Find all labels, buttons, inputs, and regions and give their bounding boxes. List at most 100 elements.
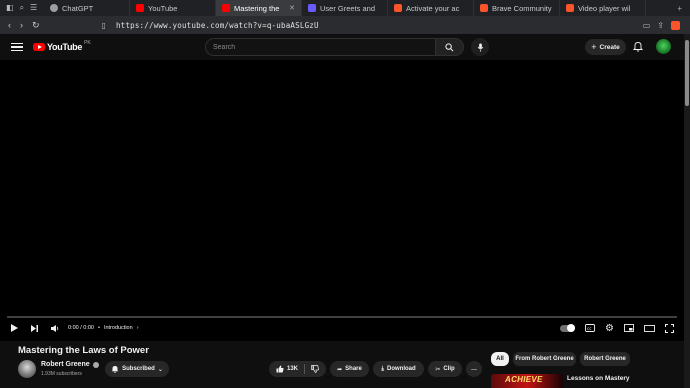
navigation-buttons: ‹ › ↻ xyxy=(0,20,48,31)
chip-from-robert-greene[interactable]: From Robert Greene xyxy=(513,352,576,366)
chip-robert-greene[interactable]: Robert Greene xyxy=(580,352,630,366)
browser-tab-user-greets[interactable]: User Greets and xyxy=(302,0,388,16)
browser-tab-youtube[interactable]: YouTube xyxy=(130,0,216,16)
youtube-header: YouTube PK + Create xyxy=(0,34,690,60)
divider xyxy=(304,364,305,374)
address-bar: ‹ › ↻ ▯ https://www.youtube.com/watch?v=… xyxy=(0,16,690,34)
tab-search-icon[interactable]: ⌕ xyxy=(20,3,24,13)
download-icon: ⤓ xyxy=(381,365,384,372)
url-field[interactable]: https://www.youtube.com/watch?v=q-ubaASL… xyxy=(116,21,319,30)
thumbs-down-icon[interactable] xyxy=(311,365,319,373)
verified-badge-icon xyxy=(92,361,99,368)
close-tab-icon[interactable]: ✕ xyxy=(289,4,295,12)
browser-tab-activate[interactable]: Activate your ac xyxy=(388,0,474,16)
subscribed-label: Subscribed xyxy=(122,366,155,372)
more-icon: … xyxy=(471,366,477,372)
search-bar xyxy=(205,38,489,56)
brave-icon xyxy=(480,4,488,12)
video-progress-bar[interactable] xyxy=(7,316,677,318)
reload-icon[interactable]: ↻ xyxy=(32,20,40,31)
subscriber-count: 1.93M subscribers xyxy=(41,371,82,377)
theater-mode-icon[interactable] xyxy=(644,324,655,332)
new-tab-icon[interactable]: + xyxy=(677,4,690,13)
tab-list-icon[interactable]: ☰ xyxy=(30,3,37,13)
address-bar-actions: ▭ ⇪ xyxy=(643,20,690,30)
like-button[interactable]: 13K xyxy=(276,365,298,373)
brave-shields-icon[interactable] xyxy=(671,20,680,30)
channel-avatar[interactable] xyxy=(18,360,36,378)
time-display: 0:00 / 0:00 xyxy=(68,325,94,331)
clip-label: Clip xyxy=(443,366,455,372)
brave-icon xyxy=(394,4,402,12)
browser-tab-mastering[interactable]: Mastering the ✕ xyxy=(216,0,302,16)
create-label: Create xyxy=(599,43,620,51)
scrollbar-thumb[interactable] xyxy=(685,40,689,106)
video-player[interactable] xyxy=(0,60,684,341)
create-button[interactable]: + Create xyxy=(585,39,626,55)
account-avatar[interactable] xyxy=(656,39,671,54)
like-count: 13K xyxy=(286,366,298,372)
menu-icon[interactable] xyxy=(11,42,23,52)
video-title: Mastering the Laws of Power xyxy=(18,345,149,356)
play-icon[interactable] xyxy=(10,323,19,333)
notifications-icon[interactable] xyxy=(633,41,643,52)
cast-icon[interactable]: ▭ xyxy=(643,21,651,30)
next-video-icon[interactable] xyxy=(30,324,39,333)
chevron-down-icon: ⌄ xyxy=(157,366,163,373)
search-button[interactable] xyxy=(436,38,464,56)
tab-label: Mastering the xyxy=(234,3,280,13)
back-icon[interactable]: ‹ xyxy=(8,20,11,31)
download-label: Download xyxy=(386,366,416,372)
browser-tab-chatgpt[interactable]: ChatGPT xyxy=(44,0,130,16)
plus-icon: + xyxy=(591,42,597,52)
autoplay-toggle[interactable] xyxy=(560,324,576,332)
tab-label: User Greets and xyxy=(320,3,376,13)
bookmark-icon[interactable]: ▯ xyxy=(102,21,106,30)
browser-tab-brave-community[interactable]: Brave Community xyxy=(474,0,560,16)
chapter-title[interactable]: Introduction xyxy=(104,325,133,331)
player-controls: 0:00 / 0:00 • Introduction › cc ⚙ xyxy=(0,320,684,336)
microphone-icon xyxy=(477,42,483,52)
fullscreen-icon[interactable] xyxy=(665,323,674,333)
more-actions-button[interactable]: … xyxy=(466,361,482,377)
search-input[interactable] xyxy=(205,38,436,56)
youtube-icon xyxy=(136,4,144,12)
chevron-right-icon[interactable]: › xyxy=(137,325,139,331)
chip-all[interactable]: All xyxy=(491,352,509,366)
chat-icon xyxy=(308,4,316,12)
thumbs-up-icon xyxy=(276,365,284,373)
clip-button[interactable]: ✂ Clip xyxy=(428,361,462,377)
chatgpt-icon xyxy=(50,4,58,12)
channel-name-text: Robert Greene xyxy=(41,361,90,368)
recommendation-title[interactable]: Lessons on Mastery xyxy=(567,375,630,382)
svg-text:cc: cc xyxy=(587,326,591,331)
thumbnail-text: ACHIEVE xyxy=(505,375,543,384)
browser-tab-strip: ◧ ⌕ ☰ ChatGPT YouTube Mastering the ✕ Us… xyxy=(0,0,690,16)
subscribed-button[interactable]: Subscribed ⌄ xyxy=(105,361,169,377)
bell-icon xyxy=(111,366,119,373)
share-icon: ➦ xyxy=(337,366,343,373)
download-button[interactable]: ⤓ Download xyxy=(373,361,424,377)
sidebar-toggle-icon[interactable]: ◧ xyxy=(6,3,14,13)
share-button[interactable]: ➦ Share xyxy=(330,361,369,377)
voice-search-button[interactable] xyxy=(471,38,489,56)
tab-label: YouTube xyxy=(148,3,178,13)
settings-icon[interactable]: ⚙ xyxy=(605,323,614,334)
volume-icon[interactable] xyxy=(50,324,60,333)
share-page-icon[interactable]: ⇪ xyxy=(657,21,664,30)
like-dislike-group: 13K xyxy=(269,361,326,377)
recommendation-thumbnail[interactable]: ACHIEVE xyxy=(491,374,563,388)
channel-name[interactable]: Robert Greene xyxy=(41,361,99,368)
forward-icon[interactable]: › xyxy=(20,20,23,31)
youtube-icon xyxy=(222,4,230,12)
youtube-play-logo-icon xyxy=(33,42,45,52)
browser-tab-video-player[interactable]: Video player wil xyxy=(560,0,646,16)
tab-label: Video player wil xyxy=(578,3,631,13)
youtube-logo[interactable]: YouTube PK xyxy=(33,40,91,52)
miniplayer-icon[interactable] xyxy=(624,324,634,332)
brave-icon xyxy=(566,4,574,12)
tab-label: ChatGPT xyxy=(62,3,94,13)
player-controls-right: cc ⚙ xyxy=(560,323,684,334)
subtitles-icon[interactable]: cc xyxy=(585,324,595,332)
country-code: PK xyxy=(84,40,91,46)
